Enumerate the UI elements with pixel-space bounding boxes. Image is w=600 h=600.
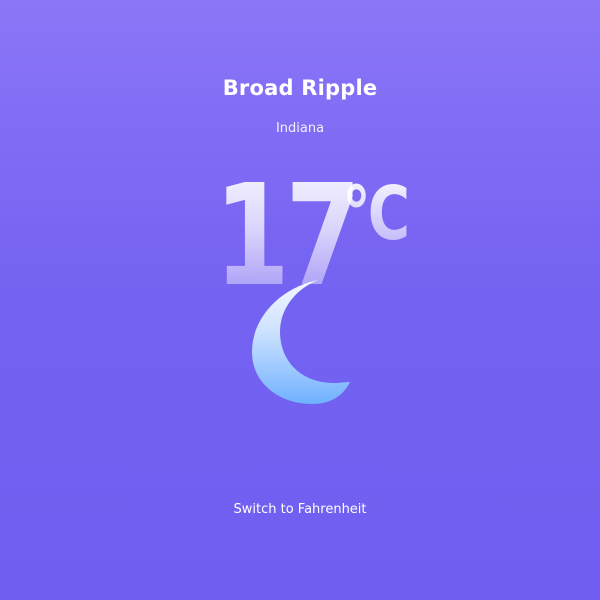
- weather-card: Broad Ripple Indiana 17 °C Switch to Fah…: [0, 0, 600, 600]
- city-name: Broad Ripple: [222, 76, 378, 100]
- switch-unit-button[interactable]: Switch to Fahrenheit: [0, 502, 600, 517]
- crescent-moon-icon: [252, 280, 350, 404]
- region-name: Indiana: [275, 121, 325, 136]
- temperature-unit: °C: [342, 171, 410, 257]
